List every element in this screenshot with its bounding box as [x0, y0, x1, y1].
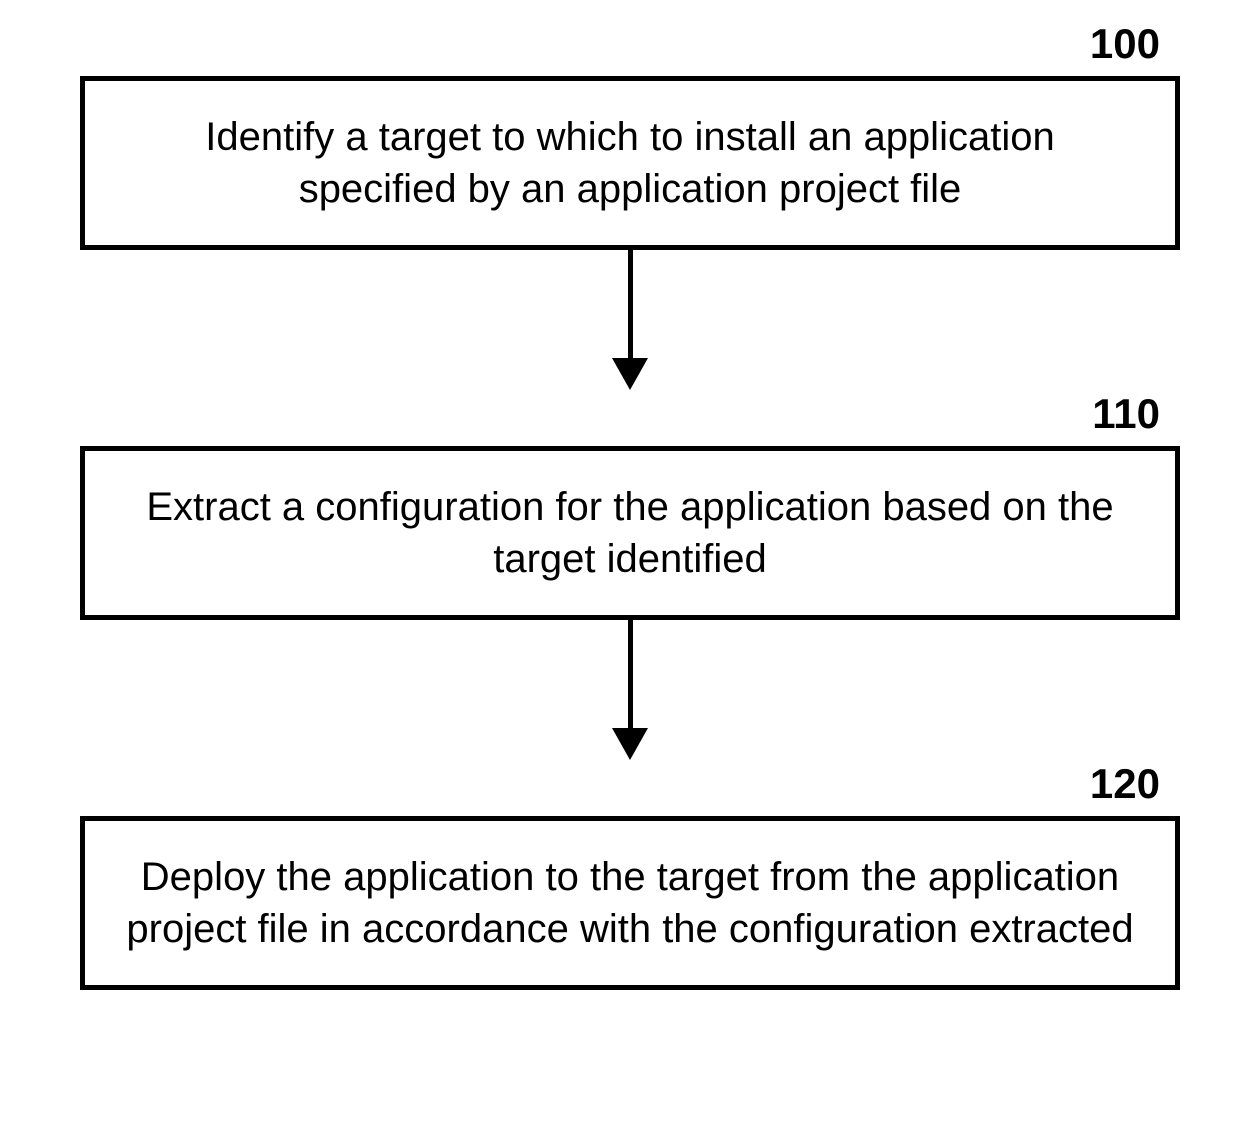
step-label: 110: [80, 390, 1180, 438]
arrow-head-icon: [612, 358, 648, 390]
flowchart-arrow: [80, 250, 1180, 390]
arrow-line: [628, 620, 633, 730]
step-text: Deploy the application to the target fro…: [125, 851, 1135, 955]
step-box: Deploy the application to the target fro…: [80, 816, 1180, 990]
step-label: 120: [80, 760, 1180, 808]
arrow-line: [628, 250, 633, 360]
flowchart-diagram: 100 Identify a target to which to instal…: [80, 20, 1180, 990]
flowchart-step: 110 Extract a configuration for the appl…: [80, 390, 1180, 620]
step-box: Extract a configuration for the applicat…: [80, 446, 1180, 620]
flowchart-arrow: [80, 620, 1180, 760]
step-label: 100: [80, 20, 1180, 68]
step-text: Extract a configuration for the applicat…: [125, 481, 1135, 585]
step-box: Identify a target to which to install an…: [80, 76, 1180, 250]
flowchart-step: 100 Identify a target to which to instal…: [80, 20, 1180, 250]
step-text: Identify a target to which to install an…: [125, 111, 1135, 215]
flowchart-step: 120 Deploy the application to the target…: [80, 760, 1180, 990]
arrow-head-icon: [612, 728, 648, 760]
